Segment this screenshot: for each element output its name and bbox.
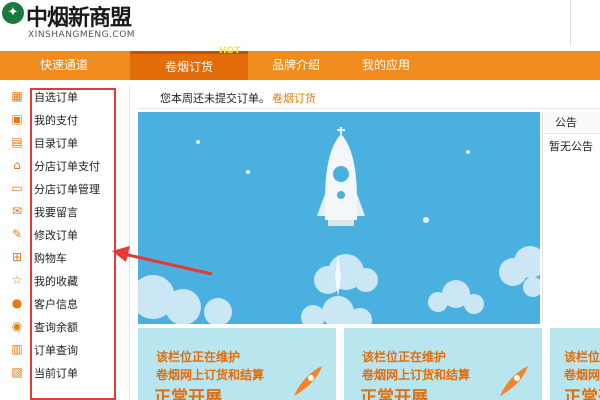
- sidebar-item-label: 订单查询: [34, 344, 78, 357]
- sidebar-item-catalog-order[interactable]: ▤ 目录订单: [0, 132, 120, 155]
- notice-order-link[interactable]: 卷烟订货: [272, 90, 316, 106]
- rocket-illustration: [138, 127, 540, 324]
- edit-icon: ✎: [11, 227, 23, 241]
- sidebar-item-label: 客户信息: [34, 298, 78, 311]
- sidebar-item-label: 我的收藏: [34, 275, 78, 288]
- sidebar-item-label: 目录订单: [34, 137, 78, 150]
- rocket-icon: [500, 366, 528, 396]
- tab-my-apps[interactable]: 我的应用: [348, 51, 424, 80]
- search-doc-icon: ▥: [11, 342, 23, 356]
- sidebar-item-message[interactable]: ✉ 我要留言: [0, 201, 120, 224]
- hot-badge: HOT: [219, 46, 241, 56]
- sidebar-item-label: 我要留言: [34, 206, 78, 219]
- cart-icon: ⊞: [11, 250, 23, 264]
- sidebar-item-customer-info[interactable]: ● 客户信息: [0, 293, 120, 316]
- sidebar-item-custom-order[interactable]: ▦ 自选订单: [0, 86, 120, 109]
- promo-line-2: 卷烟网上订货和结算: [156, 368, 265, 382]
- user-icon: ●: [11, 296, 23, 310]
- sidebar-item-label: 分店订单支付: [34, 160, 100, 173]
- main-nav: 快速通道 卷烟订货 品牌介绍 我的应用: [0, 51, 600, 80]
- rocket-icon: [294, 366, 322, 396]
- announcement-title: 公告: [543, 112, 600, 134]
- current-order-icon: ▧: [11, 365, 23, 379]
- sidebar-item-current-order[interactable]: ▧ 当前订单: [0, 362, 120, 385]
- promo-line-3: 正常开展: [564, 388, 600, 400]
- logo-leaf-icon: ✦: [2, 2, 24, 24]
- mail-icon: ✉: [11, 204, 23, 218]
- promo-line-1: 该栏位正在维护: [564, 350, 600, 364]
- sidebar-item-label: 自选订单: [34, 91, 78, 104]
- promo-line-1: 该栏位正在维护: [156, 350, 241, 364]
- sidebar-item-my-payment[interactable]: ▣ 我的支付: [0, 109, 120, 132]
- sidebar: ▦ 自选订单 ▣ 我的支付 ▤ 目录订单 ⌂ 分店订单支付 ▭ 分店订单管理 ✉…: [0, 84, 130, 400]
- logo-subtitle: XINSHANGMENG.COM: [28, 30, 136, 40]
- logo[interactable]: ✦ 中烟新商盟 XINSHANGMENG.COM: [0, 0, 220, 46]
- wallet-icon: ▣: [11, 112, 23, 126]
- sidebar-item-favorites[interactable]: ☆ 我的收藏: [0, 270, 120, 293]
- header-corner-decoration: [570, 0, 600, 46]
- tab-brand-intro[interactable]: 品牌介绍: [258, 51, 334, 80]
- rocket-banner[interactable]: [138, 112, 540, 324]
- sidebar-item-branch-manage[interactable]: ▭ 分店订单管理: [0, 178, 120, 201]
- promo-line-3: 正常开展: [154, 388, 222, 400]
- sidebar-item-balance[interactable]: ◉ 查询余额: [0, 316, 120, 339]
- sidebar-item-label: 分店订单管理: [34, 183, 100, 196]
- promo-card[interactable]: 该栏位正在维护 卷烟网上订货和结算 正常开展: [138, 328, 336, 400]
- sidebar-item-label: 当前订单: [34, 367, 78, 380]
- star-icon: ☆: [11, 273, 23, 287]
- promo-line-2: 卷烟网上订货和结算: [564, 368, 600, 382]
- promo-line-1: 该栏位正在维护: [362, 350, 447, 364]
- logo-text: 中烟新商盟: [26, 6, 132, 31]
- sidebar-item-label: 修改订单: [34, 229, 78, 242]
- sidebar-item-edit-order[interactable]: ✎ 修改订单: [0, 224, 120, 247]
- sidebar-item-order-query[interactable]: ▥ 订单查询: [0, 339, 120, 362]
- coin-icon: ◉: [11, 319, 23, 333]
- promo-card[interactable]: 该栏位正在维护 卷烟网上订货和结算 正常开展: [550, 328, 600, 400]
- announcement-empty-text: 暂无公告: [549, 140, 593, 153]
- notice-text: 您本周还未提交订单。: [160, 92, 270, 105]
- grid-icon: ▦: [11, 89, 23, 103]
- sidebar-item-label: 查询余额: [34, 321, 78, 334]
- sidebar-item-label: 我的支付: [34, 114, 78, 127]
- sidebar-item-label: 购物车: [34, 252, 67, 265]
- promo-card[interactable]: 该栏位正在维护 卷烟网上订货和结算 正常开展: [344, 328, 542, 400]
- promo-line-2: 卷烟网上订货和结算: [362, 368, 471, 382]
- promo-line-3: 正常开展: [360, 388, 428, 400]
- nav-quick-access[interactable]: 快速通道: [0, 51, 128, 80]
- order-notice: 您本周还未提交订单。 卷烟订货: [138, 85, 600, 109]
- sidebar-item-branch-payment[interactable]: ⌂ 分店订单支付: [0, 155, 120, 178]
- catalog-icon: ▤: [11, 135, 23, 149]
- monitor-icon: ▭: [11, 181, 23, 195]
- sidebar-item-cart[interactable]: ⊞ 购物车: [0, 247, 120, 270]
- announcement-panel: 公告 暂无公告: [542, 112, 600, 324]
- store-icon: ⌂: [13, 158, 21, 172]
